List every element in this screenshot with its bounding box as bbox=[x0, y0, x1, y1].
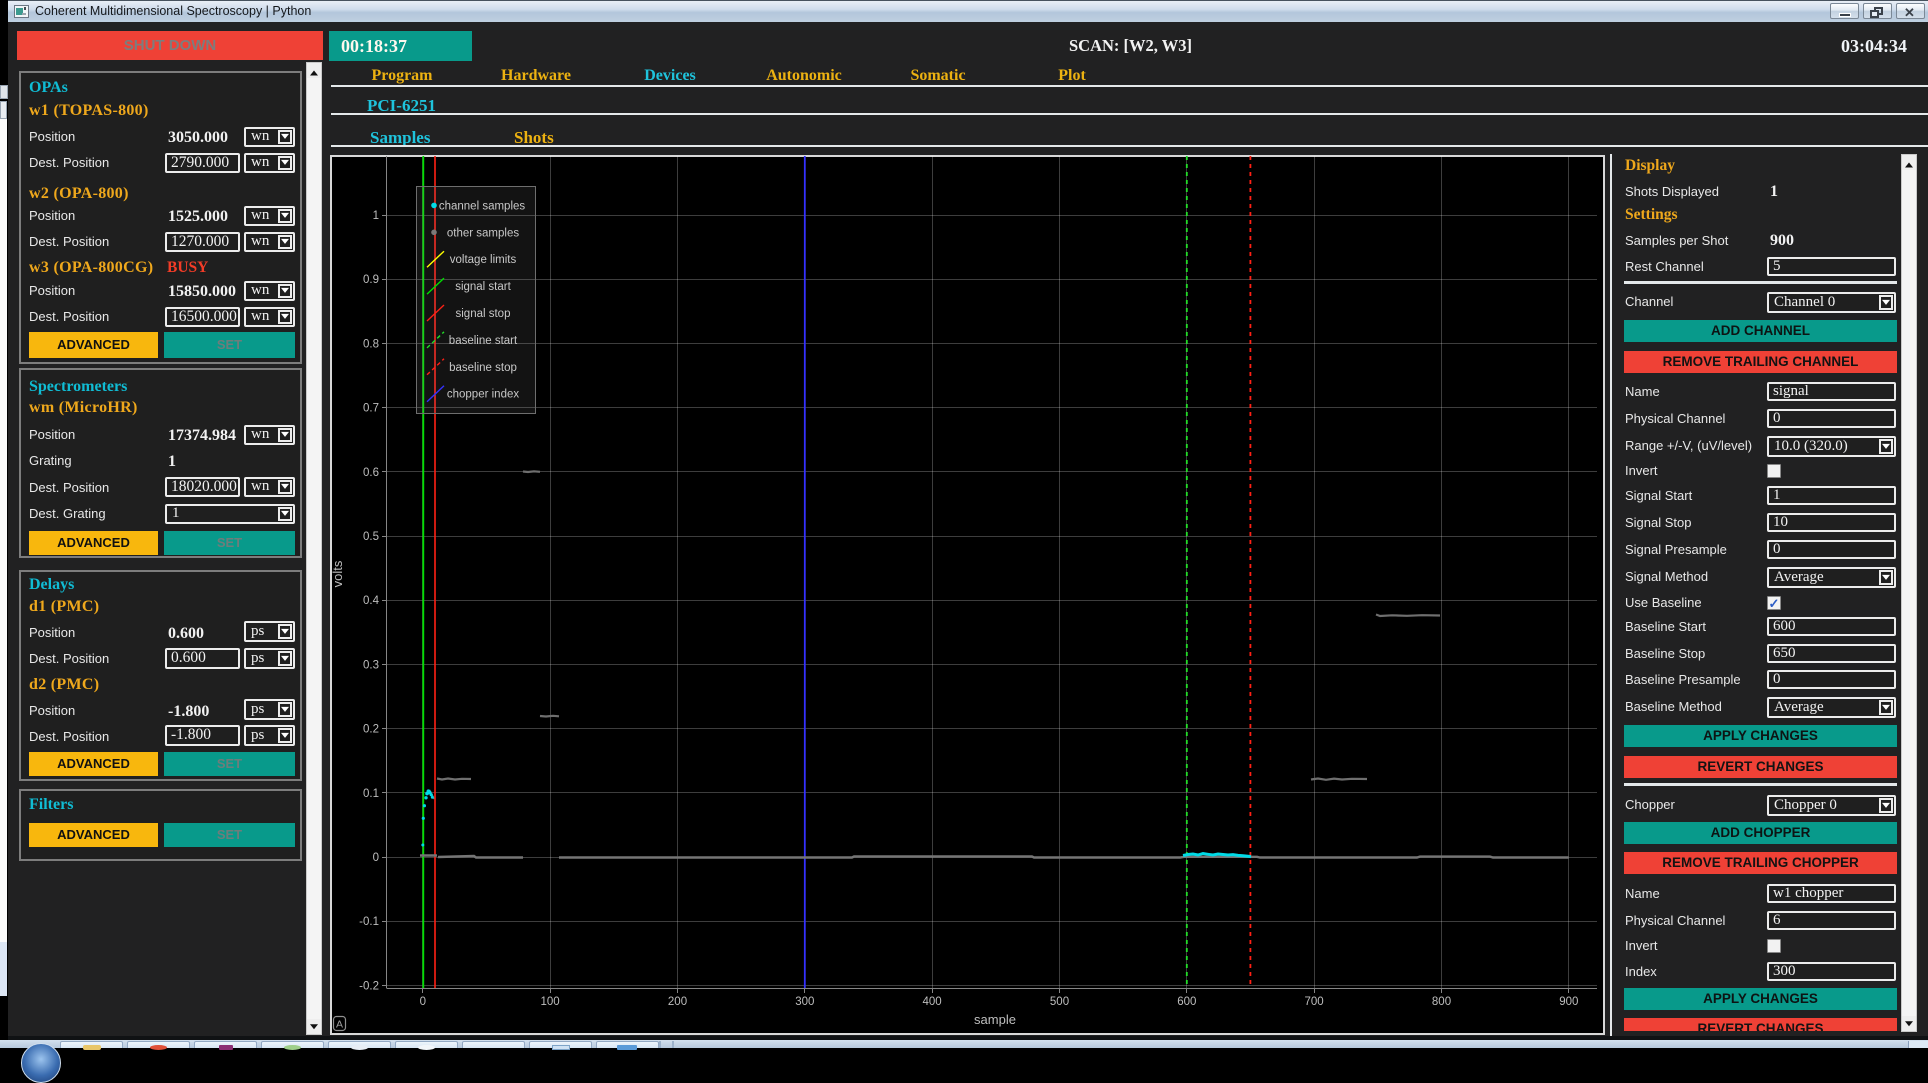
svg-text:0.8: 0.8 bbox=[363, 338, 379, 350]
svg-text:0.9: 0.9 bbox=[363, 274, 379, 286]
svg-text:100: 100 bbox=[541, 996, 560, 1008]
svg-text:1: 1 bbox=[373, 210, 379, 222]
svg-text:0.5: 0.5 bbox=[363, 531, 379, 543]
svg-text:0.2: 0.2 bbox=[363, 724, 379, 736]
svg-text:other samples: other samples bbox=[447, 227, 519, 239]
svg-text:-0.2: -0.2 bbox=[359, 980, 379, 992]
svg-text:channel samples: channel samples bbox=[439, 200, 526, 212]
svg-text:0.7: 0.7 bbox=[363, 403, 379, 415]
svg-text:0: 0 bbox=[373, 852, 379, 864]
svg-text:500: 500 bbox=[1050, 996, 1069, 1008]
svg-text:800: 800 bbox=[1432, 996, 1451, 1008]
svg-text:0.3: 0.3 bbox=[363, 659, 379, 671]
svg-text:900: 900 bbox=[1559, 996, 1578, 1008]
svg-text:0: 0 bbox=[420, 996, 426, 1008]
svg-text:signal start: signal start bbox=[455, 281, 511, 293]
svg-text:chopper index: chopper index bbox=[447, 389, 519, 401]
svg-text:baseline stop: baseline stop bbox=[449, 362, 517, 374]
svg-text:baseline start: baseline start bbox=[449, 335, 518, 347]
svg-text:700: 700 bbox=[1305, 996, 1324, 1008]
svg-text:A: A bbox=[336, 1019, 343, 1031]
svg-text:0.4: 0.4 bbox=[363, 595, 380, 607]
svg-text:400: 400 bbox=[923, 996, 942, 1008]
svg-text:-0.1: -0.1 bbox=[359, 916, 379, 928]
svg-text:300: 300 bbox=[795, 996, 814, 1008]
svg-text:sample: sample bbox=[974, 1012, 1016, 1027]
svg-text:volts: volts bbox=[332, 560, 345, 587]
svg-text:0.1: 0.1 bbox=[363, 788, 379, 800]
svg-text:voltage limits: voltage limits bbox=[450, 254, 517, 266]
svg-text:0.6: 0.6 bbox=[363, 467, 379, 479]
svg-text:signal stop: signal stop bbox=[456, 308, 511, 320]
svg-text:200: 200 bbox=[668, 996, 687, 1008]
svg-text:600: 600 bbox=[1177, 996, 1196, 1008]
